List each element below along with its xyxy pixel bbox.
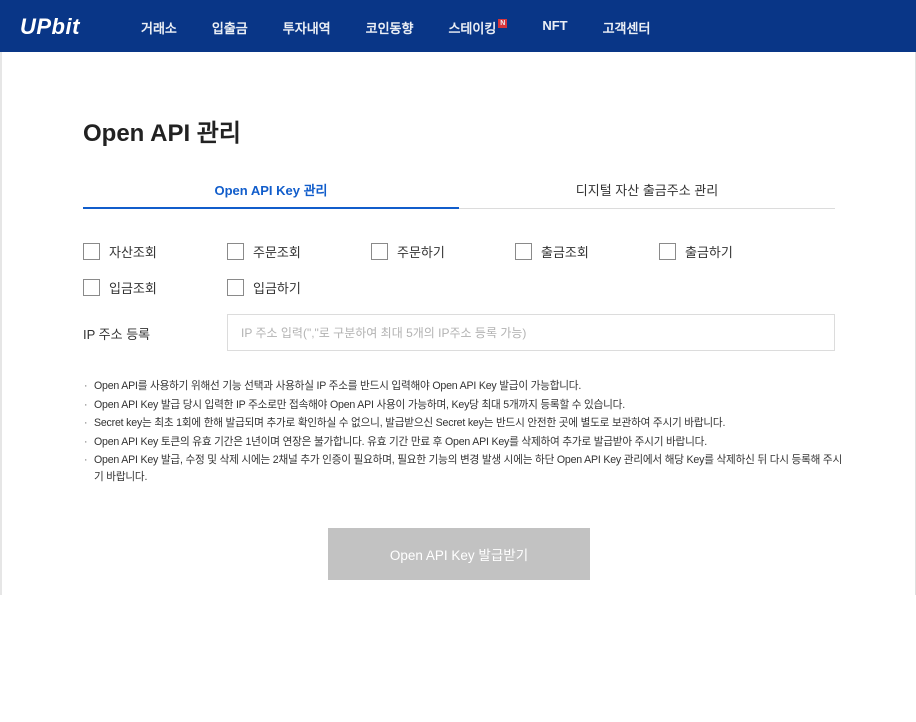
issue-api-key-button[interactable]: Open API Key 발급받기 (328, 528, 590, 580)
permission-checkboxes: 자산조회 주문조회 주문하기 출금조회 출금하기 입금조회 입금하기 (83, 241, 835, 313)
nav-coin-trends[interactable]: 코인동향 (366, 18, 414, 37)
nav-investments[interactable]: 투자내역 (283, 18, 331, 37)
checkbox-label: 자산조회 (109, 244, 157, 260)
notice-list: Open API를 사용하기 위해선 기능 선택과 사용하실 IP 주소를 반드… (83, 378, 843, 488)
checkbox-row: 입금조회 입금하기 (83, 277, 835, 313)
nav-deposit-withdraw[interactable]: 입출금 (212, 18, 248, 37)
notice-item: Secret key는 최초 1회에 한해 발급되며 추가로 확인하실 수 없으… (83, 415, 843, 432)
checkbox-view-withdrawals[interactable]: 출금조회 (515, 241, 659, 261)
checkbox-label: 출금조회 (541, 244, 589, 260)
checkbox-box[interactable] (227, 242, 244, 260)
ip-address-input[interactable] (227, 314, 835, 351)
checkbox-box[interactable] (227, 278, 244, 296)
new-badge: N (498, 19, 508, 28)
nav-nft[interactable]: NFT (542, 18, 567, 37)
notice-item: Open API Key 발급 당시 입력한 IP 주소로만 접속해야 Open… (83, 397, 843, 414)
checkbox-box[interactable] (659, 242, 676, 260)
upbit-logo[interactable]: UPbit (20, 14, 80, 40)
checkbox-box[interactable] (371, 242, 388, 260)
checkbox-label: 입금조회 (109, 280, 157, 296)
notice-item: Open API Key 발급, 수정 및 삭제 시에는 2채널 추가 인증이 … (83, 452, 843, 486)
nav-customer-center[interactable]: 고객센터 (603, 18, 651, 37)
ip-address-label: IP 주소 등록 (83, 327, 151, 342)
nav-staking-label: 스테이킹 (448, 21, 497, 36)
checkbox-view-deposits[interactable]: 입금조회 (83, 277, 227, 297)
checkbox-place-orders[interactable]: 주문하기 (371, 241, 515, 261)
tab-bar: Open API Key 관리 디지털 자산 출금주소 관리 (83, 170, 835, 209)
checkbox-deposit[interactable]: 입금하기 (227, 277, 371, 297)
checkbox-label: 주문하기 (397, 244, 445, 260)
checkbox-withdraw[interactable]: 출금하기 (659, 241, 803, 261)
checkbox-box[interactable] (83, 242, 100, 260)
checkbox-box[interactable] (515, 242, 532, 260)
main-nav: 거래소 입출금 투자내역 코인동향 스테이킹 N NFT 고객센터 (141, 18, 685, 37)
nav-staking[interactable]: 스테이킹 N (448, 18, 508, 37)
tab-withdrawal-addresses[interactable]: 디지털 자산 출금주소 관리 (459, 170, 835, 208)
checkbox-row: 자산조회 주문조회 주문하기 출금조회 출금하기 (83, 241, 835, 277)
checkbox-view-assets[interactable]: 자산조회 (83, 241, 227, 261)
checkbox-label: 입금하기 (253, 280, 301, 296)
checkbox-label: 출금하기 (685, 244, 733, 260)
tab-open-api-key[interactable]: Open API Key 관리 (83, 170, 459, 209)
notice-item: Open API Key 토큰의 유효 기간은 1년이며 연장은 불가합니다. … (83, 434, 843, 451)
notice-item: Open API를 사용하기 위해선 기능 선택과 사용하실 IP 주소를 반드… (83, 378, 843, 395)
checkbox-box[interactable] (83, 278, 100, 296)
checkbox-view-orders[interactable]: 주문조회 (227, 241, 371, 261)
left-divider (0, 52, 2, 595)
nav-exchange[interactable]: 거래소 (141, 18, 177, 37)
checkbox-label: 주문조회 (253, 244, 301, 260)
page-title: Open API 관리 (83, 120, 241, 147)
top-navigation-bar: UPbit 거래소 입출금 투자내역 코인동향 스테이킹 N NFT 고객센터 (0, 0, 916, 52)
